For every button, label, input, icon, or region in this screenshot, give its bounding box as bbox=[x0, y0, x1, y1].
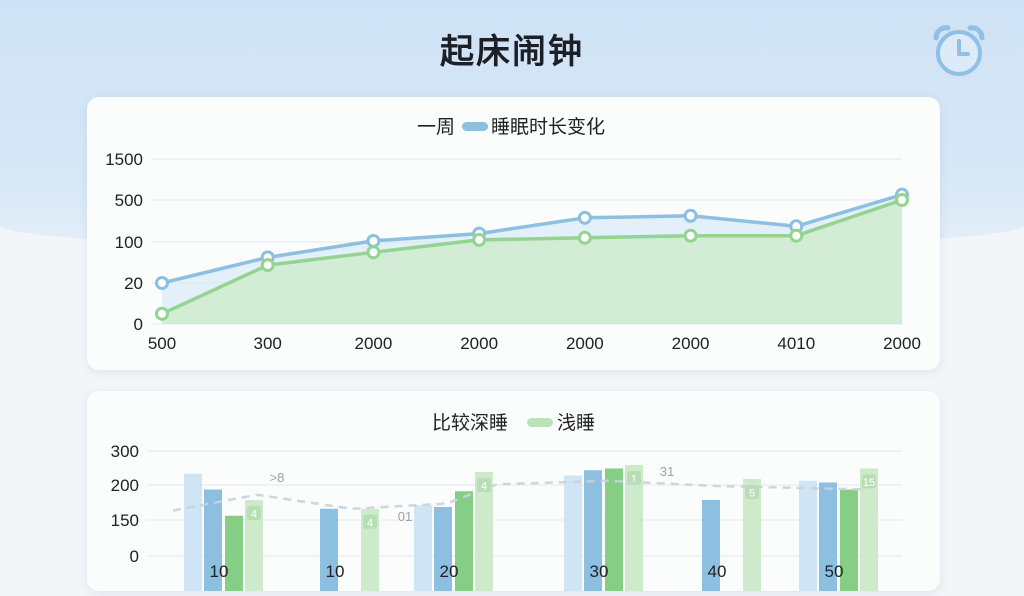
legend-swatch-green bbox=[527, 418, 553, 427]
bar-chart: 4441515 >80131 3002001500 10 10 20 30 40 50 比… bbox=[111, 412, 902, 596]
trend-label: 31 bbox=[660, 464, 674, 479]
data-label: 4 bbox=[367, 517, 373, 529]
chart-legend: 一周 睡眠时长变化 bbox=[417, 116, 605, 138]
data-point bbox=[789, 228, 804, 243]
y-tick-label: 150 bbox=[111, 511, 139, 530]
x-tick-label: 2000 bbox=[566, 334, 604, 353]
legend-label-light: 浅睡 bbox=[557, 412, 595, 434]
x-tick-label: 10 bbox=[326, 562, 345, 581]
y-tick-label: 0 bbox=[134, 315, 143, 334]
data-label: 5 bbox=[749, 488, 755, 500]
x-tick-label: 10 bbox=[210, 562, 229, 581]
x-tick-label: 2000 bbox=[672, 334, 710, 353]
legend-label-sleep: 睡眠时长变化 bbox=[491, 116, 605, 138]
data-point bbox=[366, 233, 381, 248]
y-tick-label: 1500 bbox=[105, 150, 143, 169]
legend-label-deep: 比较深睡 bbox=[432, 412, 508, 434]
x-tick-label: 4010 bbox=[777, 334, 815, 353]
x-tick-label: 2000 bbox=[460, 334, 498, 353]
x-tick-label: 20 bbox=[440, 562, 459, 581]
y-tick-label: 0 bbox=[130, 547, 139, 566]
data-point bbox=[260, 258, 275, 273]
data-label: 4 bbox=[251, 509, 257, 521]
chart-legend: 比较深睡 浅睡 bbox=[432, 412, 595, 434]
x-tick-label: 300 bbox=[254, 334, 282, 353]
data-point bbox=[895, 193, 909, 207]
bar-chart-card: 4 4 4 1 5 15 >8 01 31 300 200 150 0 10 10 20 30 40 50 比… bbox=[87, 391, 940, 596]
bar-0 bbox=[184, 473, 202, 596]
bar-0 bbox=[414, 505, 432, 596]
legend-label-week: 一周 bbox=[417, 117, 455, 138]
data-point bbox=[577, 210, 592, 225]
alarm-clock-icon[interactable] bbox=[930, 22, 988, 80]
data-point bbox=[155, 276, 169, 290]
data-point bbox=[472, 232, 487, 247]
trend-label: >8 bbox=[270, 470, 285, 485]
bar-0 bbox=[564, 475, 582, 596]
page-title: 起床闹钟 bbox=[440, 33, 584, 71]
y-tick-label: 300 bbox=[111, 442, 139, 461]
data-point bbox=[155, 306, 169, 321]
x-tick-label: 50 bbox=[825, 562, 844, 581]
y-tick-label: 20 bbox=[124, 274, 143, 293]
data-point bbox=[683, 228, 698, 243]
data-point bbox=[577, 230, 592, 245]
line-chart-card: 1500 500 100 20 0 500 300 2000 2000 2000 2000 4010… bbox=[87, 97, 940, 370]
data-point bbox=[683, 208, 698, 223]
y-tick-label: 500 bbox=[115, 191, 143, 210]
y-tick-label: 200 bbox=[111, 476, 139, 495]
x-tick-label: 2000 bbox=[883, 334, 921, 353]
data-point bbox=[366, 245, 381, 260]
bar-0 bbox=[799, 480, 817, 596]
x-tick-label: 40 bbox=[708, 562, 727, 581]
data-label: 1 bbox=[631, 474, 637, 486]
trend-label: 01 bbox=[398, 509, 412, 524]
x-tick-label: 2000 bbox=[355, 334, 393, 353]
legend-swatch-blue bbox=[462, 122, 488, 131]
x-tick-label: 500 bbox=[148, 334, 176, 353]
data-label: 15 bbox=[863, 477, 875, 489]
line-chart: 1500 500 100 20 0 500 300 2000 2000 2000 2000 4010… bbox=[105, 116, 921, 353]
y-tick-label: 100 bbox=[115, 233, 143, 252]
x-tick-label: 30 bbox=[590, 562, 609, 581]
